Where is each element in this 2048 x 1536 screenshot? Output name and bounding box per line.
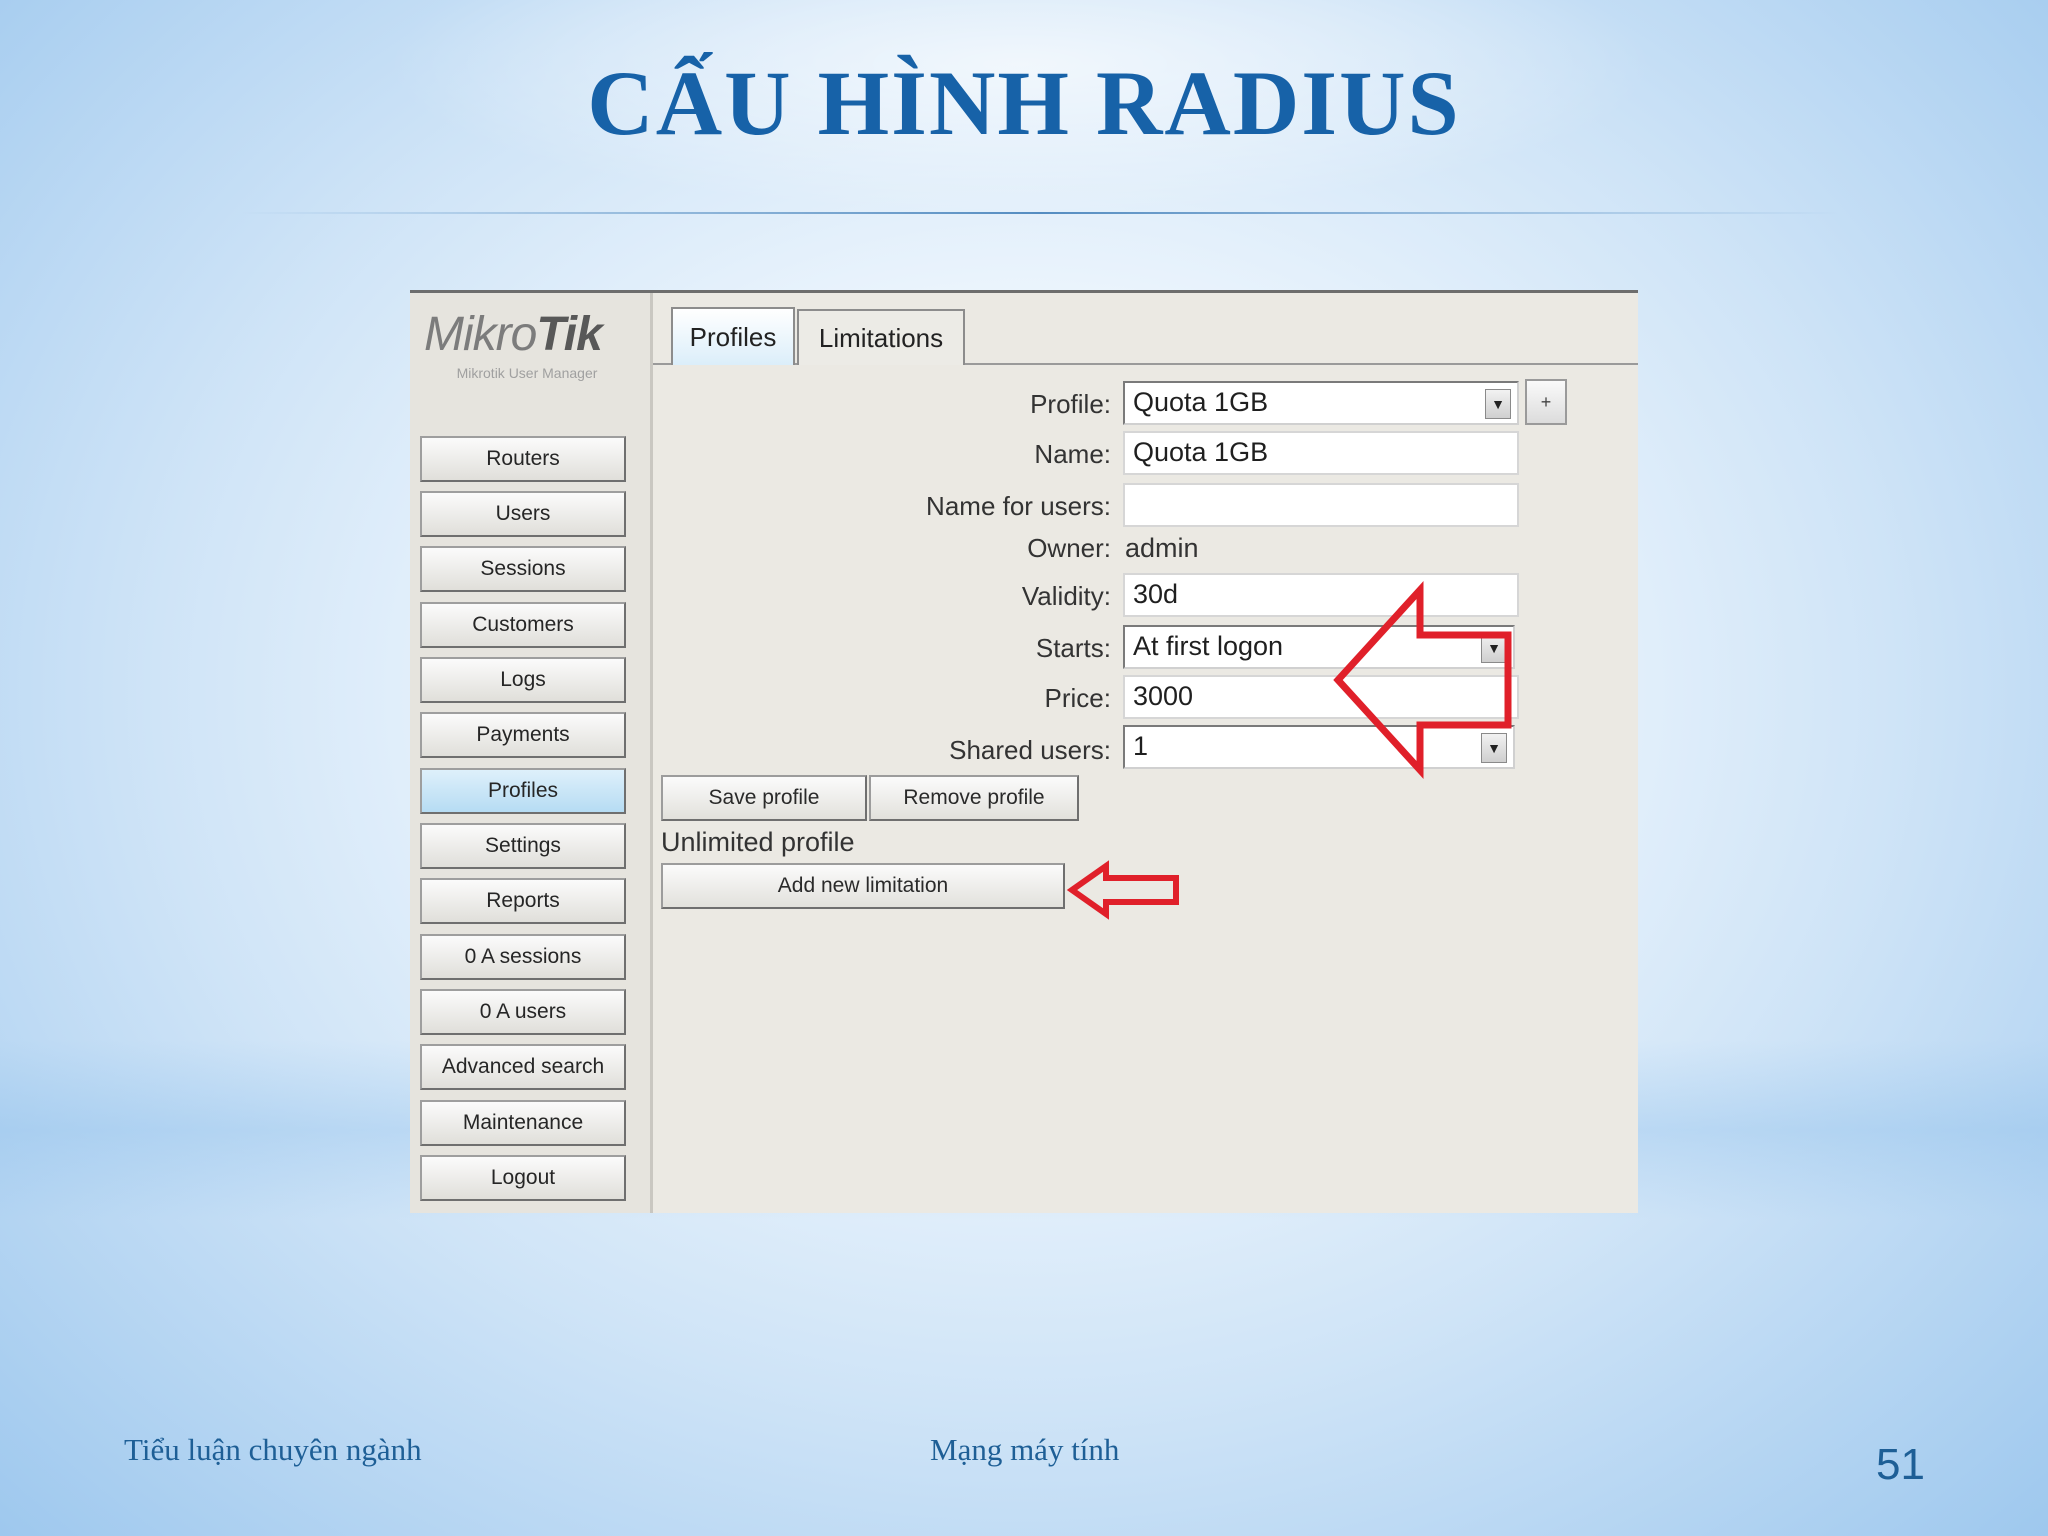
name-for-users-label: Name for users: [926, 491, 1111, 521]
unlimited-profile-text: Unlimited profile [661, 827, 855, 857]
add-profile-button[interactable]: + [1525, 379, 1567, 425]
sidebar-item-settings[interactable]: Settings [420, 823, 626, 869]
name-label: Name: [1034, 439, 1111, 469]
validity-label: Validity: [1021, 581, 1111, 611]
title-divider [240, 212, 1840, 214]
price-label: Price: [1044, 683, 1111, 713]
chevron-down-icon[interactable]: ▼ [1485, 389, 1511, 419]
profile-select-value: Quota 1GB [1133, 387, 1269, 417]
shared-users-select-value: 1 [1133, 731, 1149, 761]
shared-users-label: Shared users: [949, 735, 1111, 765]
page-number: 51 [1876, 1440, 1925, 1489]
sidebar: MikroTik Mikrotik User Manager Routers U… [410, 293, 653, 1213]
owner-label: Owner: [1027, 533, 1111, 563]
owner-value: admin [1125, 533, 1199, 563]
annotation-arrow-left-icon [1333, 580, 1512, 780]
starts-select-value: At first logon [1133, 631, 1284, 661]
sidebar-item-active-sessions[interactable]: 0 A sessions [420, 934, 626, 980]
name-field[interactable]: Quota 1GB [1123, 431, 1519, 475]
annotation-arrow-small-icon [1066, 860, 1179, 920]
footer-course: Tiểu luận chuyên ngành [124, 1432, 422, 1467]
tab-profiles[interactable]: Profiles [671, 307, 795, 365]
sidebar-item-active-users[interactable]: 0 A users [420, 989, 626, 1035]
slide-title: CẤU HÌNH RADIUS [587, 52, 1461, 154]
sidebar-item-payments[interactable]: Payments [420, 712, 626, 758]
sidebar-item-routers[interactable]: Routers [420, 436, 626, 482]
sidebar-item-logout[interactable]: Logout [420, 1155, 626, 1201]
sidebar-item-advanced-search[interactable]: Advanced search [420, 1044, 626, 1090]
add-new-limitation-button[interactable]: Add new limitation [661, 863, 1065, 909]
sidebar-item-sessions[interactable]: Sessions [420, 546, 626, 592]
sidebar-item-users[interactable]: Users [420, 491, 626, 537]
starts-label: Starts: [1035, 633, 1111, 663]
sidebar-item-profiles[interactable]: Profiles [420, 768, 626, 814]
mikrotik-logo: MikroTik [424, 308, 603, 361]
profile-select[interactable]: Quota 1GB ▼ [1123, 381, 1519, 425]
logo-subtitle: Mikrotik User Manager [456, 365, 598, 381]
sidebar-item-logs[interactable]: Logs [420, 657, 626, 703]
sidebar-item-customers[interactable]: Customers [420, 602, 626, 648]
tab-limitations[interactable]: Limitations [797, 309, 965, 365]
profile-label: Profile: [1030, 389, 1111, 419]
sidebar-item-maintenance[interactable]: Maintenance [420, 1100, 626, 1146]
footer-subject: Mạng máy tính [930, 1432, 1120, 1467]
name-for-users-field[interactable] [1123, 483, 1519, 527]
remove-profile-button[interactable]: Remove profile [869, 775, 1079, 821]
save-profile-button[interactable]: Save profile [661, 775, 867, 821]
sidebar-item-reports[interactable]: Reports [420, 878, 626, 924]
